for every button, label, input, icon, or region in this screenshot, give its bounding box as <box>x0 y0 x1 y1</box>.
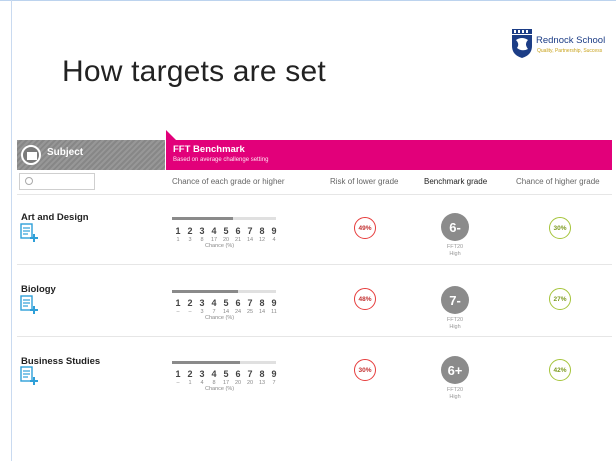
fft-benchmark-subtitle: Based on average challenge setting <box>173 157 269 163</box>
chance-label: Chance (%) <box>205 386 235 392</box>
grade-percent: 4 <box>272 237 276 243</box>
grade-label: 3 <box>199 226 205 236</box>
subject-column-header[interactable]: Subject <box>17 140 165 170</box>
add-note-icon[interactable] <box>20 223 38 243</box>
grade-percent: 11 <box>271 309 277 315</box>
grade-label: 6 <box>235 298 241 308</box>
grade-label: 1 <box>175 226 181 236</box>
grade-chance-bar-fill <box>172 361 240 364</box>
grade-percent: 14 <box>246 237 254 243</box>
grade-percent: – <box>176 309 180 315</box>
grade-label: 6 <box>235 369 241 379</box>
school-crest-icon <box>512 29 532 58</box>
subject-book-icon <box>21 145 41 165</box>
grade-percent: 25 <box>246 309 254 315</box>
slide-title: How targets are set <box>62 55 326 88</box>
grade-percent: – <box>188 309 192 315</box>
subject-search-input[interactable] <box>19 173 95 190</box>
col-risk-lower: Risk of lower grade <box>330 177 399 186</box>
col-benchmark: Benchmark grade <box>424 177 488 186</box>
grade-label: 2 <box>187 369 193 379</box>
grade-label: 4 <box>211 369 217 379</box>
slide-left-border <box>11 0 12 461</box>
grade-label: 6 <box>235 226 241 236</box>
benchmark-grade-badge: 6- <box>441 213 469 241</box>
grade-chance-bar <box>172 217 276 220</box>
grade-label: 7 <box>247 226 253 236</box>
grade-label: 3 <box>199 298 205 308</box>
grade-label: 8 <box>259 226 265 236</box>
benchmark-sub: FFT20 High <box>446 244 464 257</box>
school-motto: Quality, Partnership, Success <box>537 48 603 54</box>
grade-label: 5 <box>223 369 229 379</box>
add-note-icon[interactable] <box>20 295 38 315</box>
row-divider <box>17 194 612 195</box>
chance-label: Chance (%) <box>205 243 235 249</box>
subject-name: Biology <box>21 284 56 295</box>
chance-higher-badge: 42% <box>549 359 571 381</box>
grade-label: 9 <box>271 226 277 236</box>
slide: How targets are set Rednock School Quali… <box>0 0 616 461</box>
grade-percent: 1 <box>176 237 180 243</box>
chance-higher-badge: 27% <box>549 288 571 310</box>
benchmark-grade-badge: 7- <box>441 286 469 314</box>
col-chance-higher: Chance of higher grade <box>516 177 600 186</box>
grade-label: 4 <box>211 298 217 308</box>
subject-header-label: Subject <box>47 147 84 158</box>
grade-label: 8 <box>259 298 265 308</box>
grade-chance-bar-fill <box>172 290 238 293</box>
benchmark-sub: FFT20 High <box>446 387 464 400</box>
grade-label: 2 <box>187 226 193 236</box>
grade-label: 7 <box>247 369 253 379</box>
grade-percent: 7 <box>272 380 276 386</box>
slide-top-border <box>0 0 616 4</box>
grade-label: 1 <box>175 298 181 308</box>
grade-percent: 13 <box>258 380 266 386</box>
risk-lower-badge: 30% <box>354 359 376 381</box>
grade-label: 9 <box>271 369 277 379</box>
grade-label: 9 <box>271 298 277 308</box>
grade-labels: 123456789 <box>172 226 280 236</box>
grade-percent: 20 <box>246 380 254 386</box>
benchmark-grade-badge: 6+ <box>441 356 469 384</box>
fft-benchmark-header: FFT Benchmark Based on average challenge… <box>166 130 612 170</box>
school-name: Rednock School <box>536 35 606 46</box>
grade-percent: 3 <box>188 237 192 243</box>
school-logo: Rednock School Quality, Partnership, Suc… <box>511 29 611 63</box>
benchmark-sub: FFT20 High <box>446 317 464 330</box>
grade-label: 7 <box>247 298 253 308</box>
grade-labels: 123456789 <box>172 369 280 379</box>
grade-label: 2 <box>187 298 193 308</box>
grade-labels: 123456789 <box>172 298 280 308</box>
risk-lower-badge: 49% <box>354 217 376 239</box>
subject-name: Art and Design <box>21 212 89 223</box>
risk-lower-badge: 48% <box>354 288 376 310</box>
grade-percent: 12 <box>258 237 266 243</box>
chance-higher-badge: 30% <box>549 217 571 239</box>
grade-label: 5 <box>223 298 229 308</box>
grade-label: 3 <box>199 369 205 379</box>
grade-percent: 14 <box>258 309 266 315</box>
grade-chance-bar <box>172 361 276 364</box>
row-divider <box>17 264 612 265</box>
grade-chance-bar-fill <box>172 217 234 220</box>
chance-label: Chance (%) <box>205 315 235 321</box>
grade-label: 4 <box>211 226 217 236</box>
grade-label: 1 <box>175 369 181 379</box>
search-icon <box>25 177 33 185</box>
add-note-icon[interactable] <box>20 366 38 386</box>
grade-percent: – <box>176 380 180 386</box>
row-divider <box>17 336 612 337</box>
grade-percent: 1 <box>188 380 192 386</box>
grade-chance-bar <box>172 290 276 293</box>
col-chance-each: Chance of each grade or higher <box>172 177 285 186</box>
grade-label: 5 <box>223 226 229 236</box>
fft-benchmark-title: FFT Benchmark <box>173 144 245 155</box>
grade-label: 8 <box>259 369 265 379</box>
